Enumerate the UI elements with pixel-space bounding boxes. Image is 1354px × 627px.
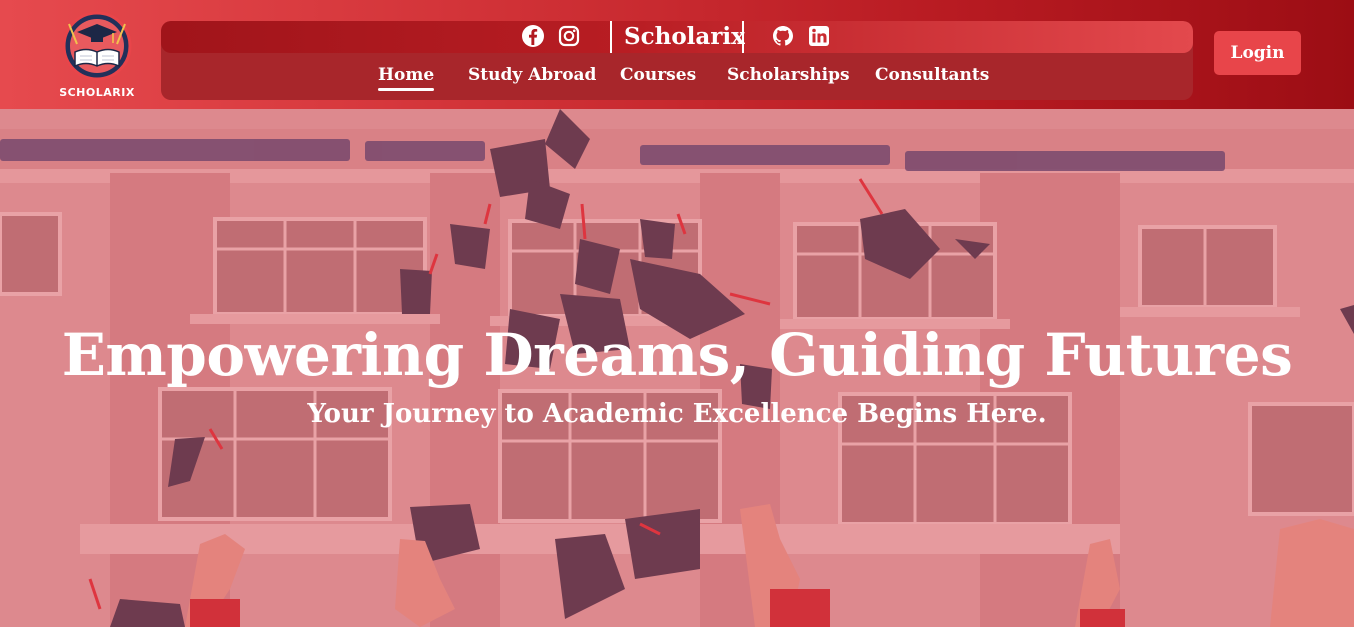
facebook-icon[interactable]	[521, 24, 545, 48]
divider-left	[610, 21, 612, 53]
social-links-left	[521, 24, 581, 48]
navigation-bar: Scholarix Home Study Abroad Courses Scho…	[161, 21, 1193, 100]
hero-title: Empowering Dreams, Guiding Futures	[61, 321, 1293, 389]
hero-subtitle: Your Journey to Academic Excellence Begi…	[307, 399, 1047, 429]
nav-item-courses[interactable]: Courses	[620, 65, 696, 85]
social-links-right	[771, 24, 831, 48]
scholarix-logo[interactable]: SCHOLARIX	[58, 10, 136, 102]
logo-text: SCHOLARIX	[59, 86, 135, 99]
nav-item-scholarships[interactable]: Scholarships	[727, 65, 850, 85]
main-nav: Home Study Abroad Courses Scholarships C…	[161, 65, 1193, 97]
instagram-icon[interactable]	[557, 24, 581, 48]
login-button[interactable]: Login	[1214, 31, 1301, 75]
divider-right	[742, 21, 744, 53]
brand-name: Scholarix	[624, 23, 745, 50]
nav-item-home[interactable]: Home	[378, 65, 435, 91]
site-header: SCHOLARIX Scholarix Home Study Abroad Co…	[0, 0, 1354, 109]
graduation-book-logo-icon	[62, 11, 132, 81]
hero-section: Empowering Dreams, Guiding Futures Your …	[0, 109, 1354, 627]
social-strip: Scholarix	[161, 21, 1193, 53]
linkedin-icon[interactable]	[807, 24, 831, 48]
nav-item-consultants[interactable]: Consultants	[875, 65, 989, 85]
nav-item-study-abroad[interactable]: Study Abroad	[468, 65, 596, 85]
github-icon[interactable]	[771, 24, 795, 48]
